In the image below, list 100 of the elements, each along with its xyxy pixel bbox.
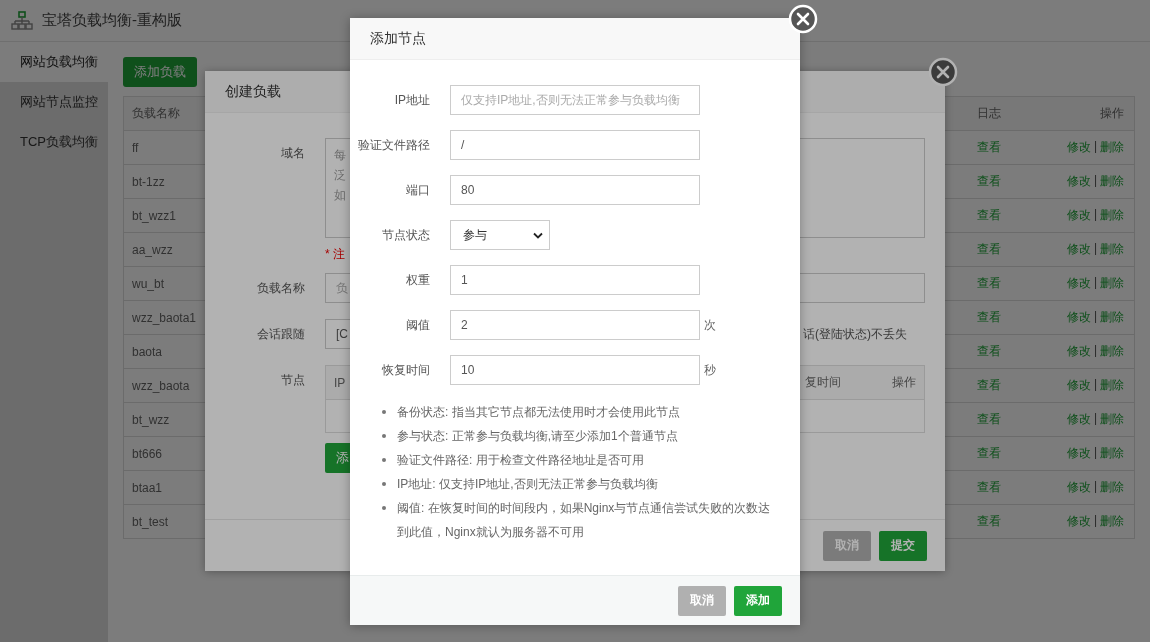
edit-link[interactable]: 修改 — [1066, 173, 1091, 190]
view-link[interactable]: 查看 — [977, 208, 1001, 222]
bullet-icon — [382, 410, 386, 414]
view-link[interactable]: 查看 — [977, 310, 1001, 324]
sitemap-icon — [11, 10, 33, 31]
table-cell-text: bt_test — [131, 514, 170, 529]
help-note: IP地址: 仅支持IP地址,否则无法正常参与负载均衡 — [397, 476, 659, 493]
separator: | — [1093, 411, 1097, 427]
edit-link[interactable]: 修改 — [1066, 479, 1091, 496]
bullet-icon — [382, 458, 386, 462]
view-link[interactable]: 查看 — [977, 446, 1001, 460]
view-link[interactable]: 查看 — [977, 174, 1001, 188]
delete-link[interactable]: 删除 — [1100, 309, 1124, 326]
separator: | — [1093, 173, 1097, 189]
table-cell-text: btaa1 — [131, 480, 164, 495]
column-header: 复时间 — [805, 374, 841, 391]
select-field[interactable]: 参与 — [450, 220, 550, 250]
delete-link[interactable]: 删除 — [1100, 275, 1124, 292]
delete-link[interactable]: 删除 — [1100, 411, 1124, 428]
separator: | — [1093, 207, 1097, 223]
bullet-icon — [382, 482, 386, 486]
edit-link[interactable]: 修改 — [1066, 513, 1091, 530]
edit-link[interactable]: 修改 — [1066, 377, 1091, 394]
help-note: 验证文件路径: 用于检查文件路径地址是否可用 — [397, 452, 645, 469]
table-cell-text: bt-1zz — [131, 174, 166, 189]
input-field[interactable]: 10 — [450, 355, 700, 385]
add-button[interactable]: 添加负载 — [123, 57, 197, 87]
close-icon[interactable] — [928, 57, 958, 87]
table-cell-text: ff — [131, 140, 140, 155]
input-field[interactable]: 80 — [450, 175, 700, 205]
edit-link[interactable]: 修改 — [1066, 139, 1091, 156]
bullet-icon — [382, 434, 386, 438]
edit-link[interactable]: 修改 — [1066, 207, 1091, 224]
delete-link[interactable]: 删除 — [1100, 343, 1124, 360]
cancel-button[interactable]: 取消 — [678, 585, 726, 616]
field-label: 端口 — [405, 181, 431, 199]
separator: | — [1093, 479, 1097, 495]
column-header: 负载名称 — [131, 105, 181, 122]
view-link[interactable]: 查看 — [977, 412, 1001, 426]
input-field[interactable]: 仅支持IP地址,否则无法正常参与负载均衡 — [450, 85, 700, 115]
field-label: 域名 — [280, 145, 306, 162]
table-cell-text: bt_wzz1 — [131, 208, 178, 223]
column-header: 操作 — [1099, 105, 1125, 122]
separator: | — [1093, 377, 1097, 393]
dialog-title: 添加节点 — [370, 29, 426, 48]
view-link[interactable]: 查看 — [977, 378, 1001, 392]
view-link[interactable]: 查看 — [977, 242, 1001, 256]
table-cell-text: baota — [131, 344, 164, 359]
field-label: 阈值 — [405, 316, 431, 334]
view-link[interactable]: 查看 — [977, 480, 1001, 494]
view-link[interactable]: 查看 — [977, 276, 1001, 290]
delete-link[interactable]: 删除 — [1100, 377, 1124, 394]
separator: | — [1093, 343, 1097, 359]
delete-link[interactable]: 删除 — [1100, 513, 1124, 530]
field-label: 验证文件路径 — [357, 136, 431, 154]
field-label: 负载名称 — [256, 280, 306, 297]
edit-link[interactable]: 修改 — [1066, 241, 1091, 258]
separator: | — [1093, 513, 1097, 529]
delete-link[interactable]: 删除 — [1100, 241, 1124, 258]
warning-note: * 注 — [325, 247, 346, 261]
delete-link[interactable]: 删除 — [1100, 139, 1124, 156]
edit-link[interactable]: 修改 — [1066, 445, 1091, 462]
delete-link[interactable]: 删除 — [1100, 173, 1124, 190]
field-label: 节点 — [280, 372, 306, 389]
hint-text: 话(登陆状态)不丢失 — [803, 325, 908, 343]
table-cell-text: wu_bt — [131, 276, 166, 291]
field-label: 恢复时间 — [381, 361, 431, 379]
view-link[interactable]: 查看 — [977, 514, 1001, 528]
input-field[interactable]: 1 — [450, 265, 700, 295]
column-header: 日志 — [976, 105, 1002, 122]
delete-link[interactable]: 删除 — [1100, 479, 1124, 496]
close-icon[interactable] — [788, 4, 818, 34]
table-cell-text: wzz_baota1 — [131, 310, 198, 325]
edit-link[interactable]: 修改 — [1066, 275, 1091, 292]
unit-label: 秒 — [704, 361, 716, 379]
field-label: 权重 — [405, 271, 431, 289]
chevron-down-icon — [533, 231, 543, 239]
edit-link[interactable]: 修改 — [1066, 411, 1091, 428]
submit-button[interactable]: 提交 — [879, 530, 927, 561]
edit-link[interactable]: 修改 — [1066, 309, 1091, 326]
column-header: 操作 — [892, 374, 916, 391]
unit-label: 次 — [704, 316, 716, 334]
input-field[interactable]: / — [450, 130, 700, 160]
bullet-icon — [382, 506, 386, 510]
field-label: 节点状态 — [381, 226, 431, 244]
add-button[interactable]: 添加 — [734, 585, 782, 616]
field-label: IP地址 — [393, 91, 431, 109]
table-cell-text: wzz_baota — [131, 378, 191, 393]
edit-link[interactable]: 修改 — [1066, 343, 1091, 360]
view-link[interactable]: 查看 — [977, 344, 1001, 358]
table-cell-text: bt_wzz — [131, 412, 171, 427]
sidebar-item[interactable]: 网站负载均衡 — [0, 42, 108, 82]
separator: | — [1093, 275, 1097, 291]
delete-link[interactable]: 删除 — [1100, 207, 1124, 224]
help-note: 参与状态: 正常参与负载均衡,请至少添加1个普通节点 — [397, 428, 679, 445]
delete-link[interactable]: 删除 — [1100, 445, 1124, 462]
separator: | — [1093, 309, 1097, 325]
input-field[interactable]: 2 — [450, 310, 700, 340]
column-header: IP — [334, 375, 346, 390]
view-link[interactable]: 查看 — [977, 140, 1001, 154]
